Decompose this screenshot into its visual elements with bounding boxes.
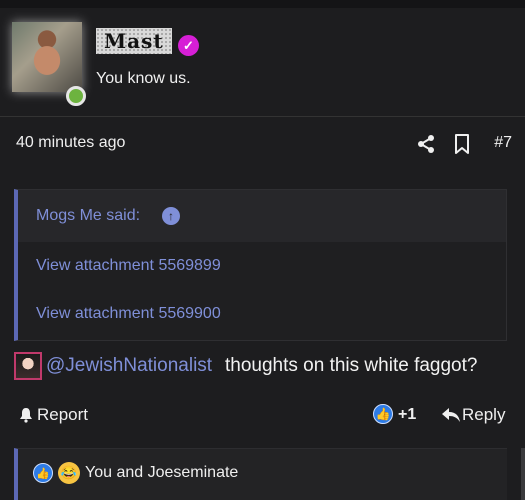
post-meta: 40 minutes ago #7: [16, 132, 512, 156]
divider: [0, 116, 525, 117]
post-actions: Report 👍 +1 Reply: [16, 403, 512, 429]
username[interactable]: Mast: [96, 28, 172, 54]
quote-header[interactable]: Mogs Me said: ↑: [18, 190, 506, 242]
laugh-reaction-icon: 😂: [58, 462, 80, 484]
avatar[interactable]: [12, 22, 86, 106]
reactions-bar[interactable]: 👍 😂 You and Joeseminate: [14, 448, 507, 500]
reaction-count[interactable]: +1: [398, 406, 416, 424]
quote-body: View attachment 5569899 View attachment …: [18, 242, 506, 340]
reactors-summary[interactable]: You and Joeseminate: [85, 464, 238, 482]
verified-badge-icon: ✓: [178, 35, 199, 56]
avatar-image[interactable]: [12, 22, 82, 92]
user-tagline: You know us.: [96, 70, 191, 87]
like-reaction-icon: 👍: [33, 463, 53, 483]
attachment-link[interactable]: View attachment 5569900: [36, 305, 221, 323]
reply-icon[interactable]: [441, 406, 461, 424]
jump-to-quote-icon[interactable]: ↑: [162, 207, 180, 225]
author-block: Mast ✓ You know us.: [0, 8, 525, 110]
mention-avatar[interactable]: [14, 352, 42, 380]
like-icon[interactable]: 👍: [373, 404, 393, 424]
reply-button[interactable]: Reply: [462, 405, 505, 425]
report-button[interactable]: Report: [37, 405, 88, 425]
post-number[interactable]: #7: [494, 134, 512, 152]
online-status-icon: [66, 86, 86, 106]
post-timestamp[interactable]: 40 minutes ago: [16, 134, 125, 152]
scrollbar[interactable]: [521, 448, 525, 500]
user-mention[interactable]: @JewishNationalist: [46, 355, 212, 377]
share-icon[interactable]: [416, 134, 436, 154]
post-message: @JewishNationalist thoughts on this whit…: [14, 351, 514, 383]
message-text: thoughts on this white faggot?: [225, 355, 478, 376]
attachment-link[interactable]: View attachment 5569899: [36, 257, 221, 275]
bookmark-icon[interactable]: [454, 134, 470, 154]
bell-icon[interactable]: [18, 407, 34, 423]
quote-block: Mogs Me said: ↑ View attachment 5569899 …: [14, 189, 507, 341]
quote-author[interactable]: Mogs Me said:: [36, 207, 140, 225]
